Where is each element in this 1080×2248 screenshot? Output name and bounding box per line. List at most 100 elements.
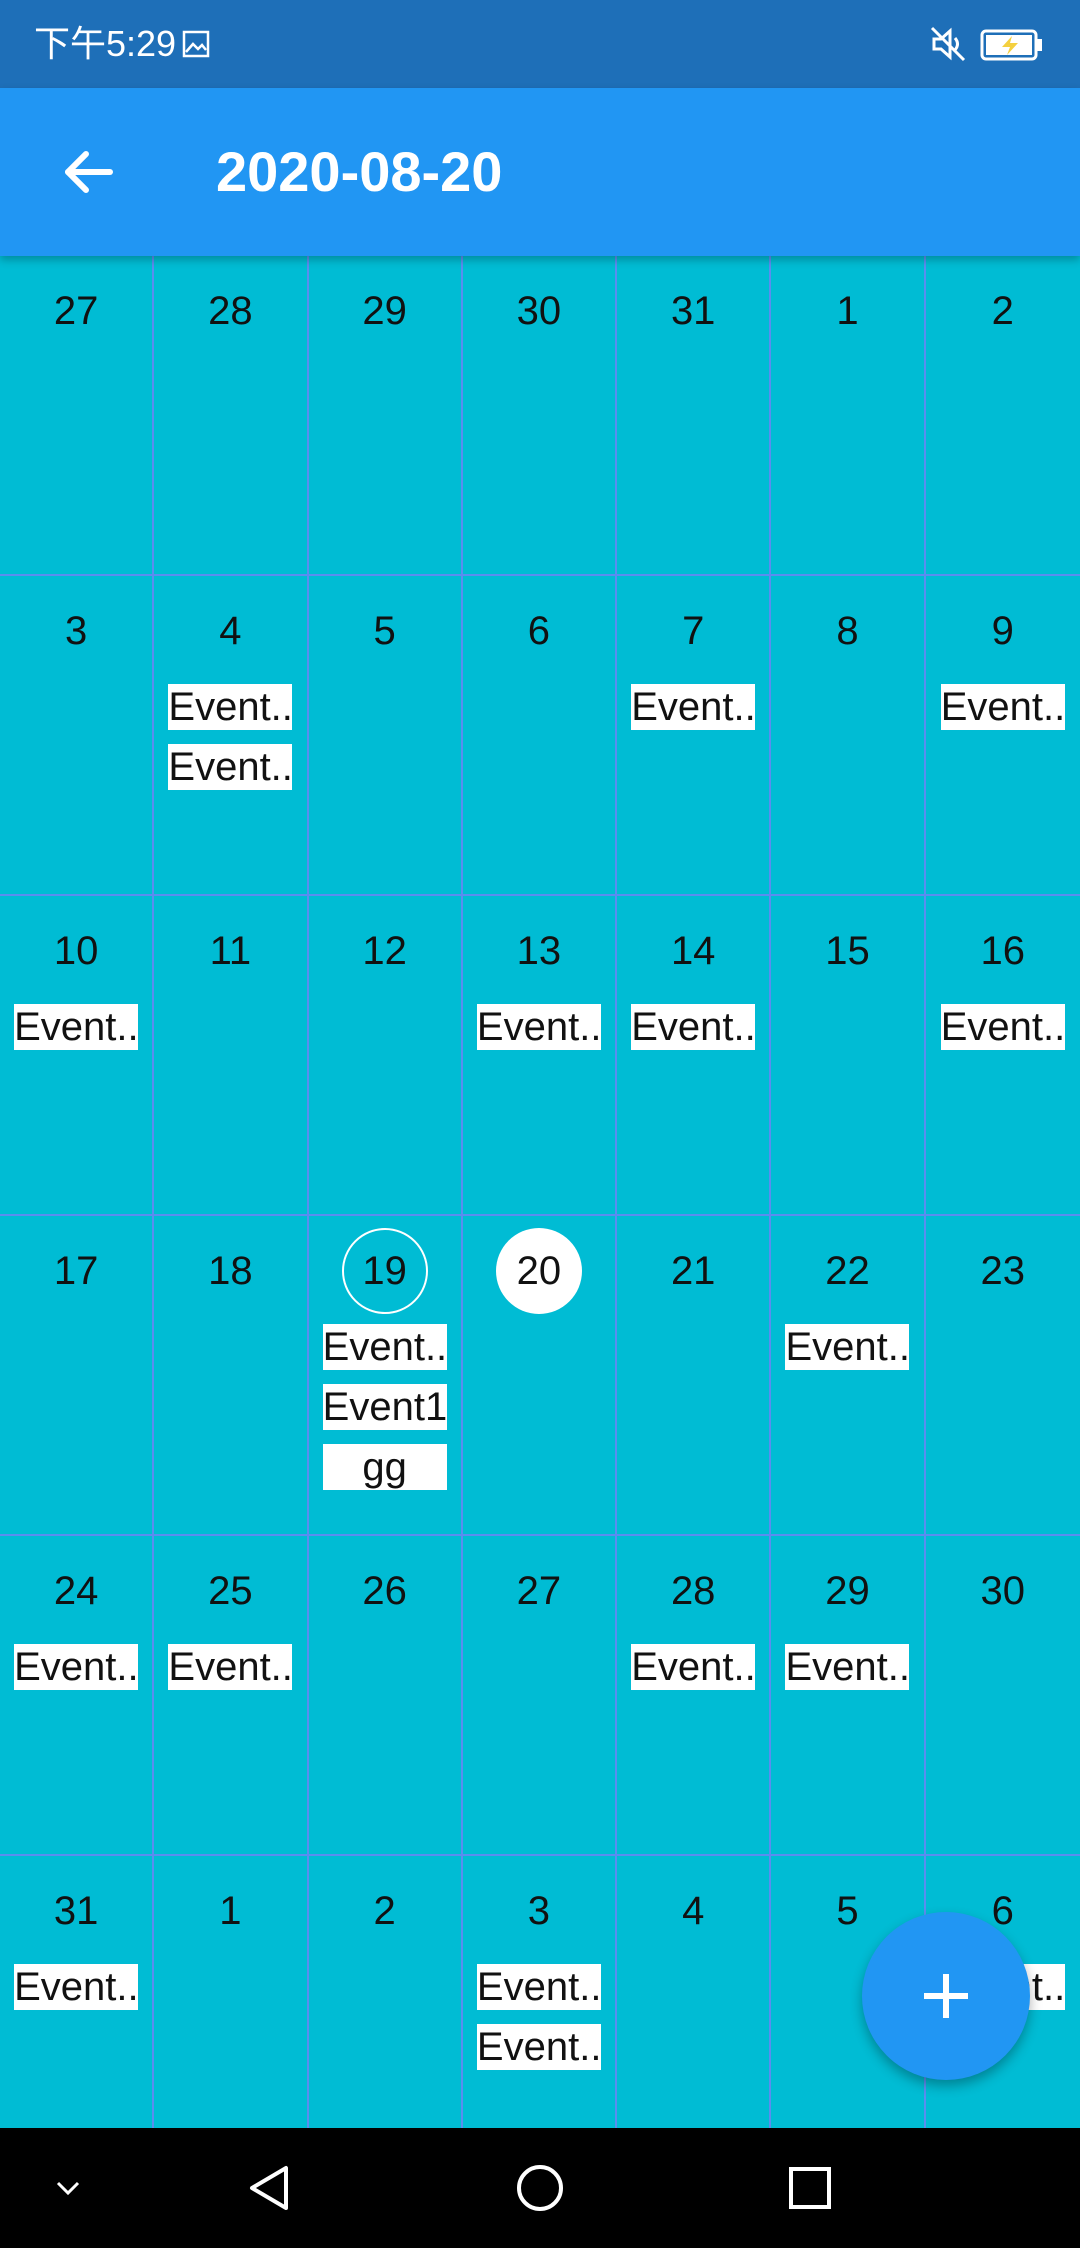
event-chip[interactable]: Event..	[322, 1324, 447, 1370]
day-cell[interactable]: 31	[617, 256, 772, 576]
day-cell[interactable]: 2	[925, 256, 1080, 576]
day-cell[interactable]: 16 Event..	[925, 896, 1080, 1216]
day-cell[interactable]: 10 Event..	[0, 896, 155, 1216]
day-cell[interactable]: 7 Event..	[617, 576, 772, 896]
day-cell[interactable]: 6	[462, 576, 618, 896]
day-cell[interactable]: 8	[771, 576, 926, 896]
week-row: 24 Event.. 25 Event.. 26 27 28 Event.. 29 Event..…	[0, 1536, 1080, 1856]
day-cell[interactable]: 28	[154, 256, 309, 576]
event-chip[interactable]: Event..	[476, 2024, 601, 2070]
event-list: Event..	[14, 1004, 139, 1050]
day-cell[interactable]: 3	[0, 576, 155, 896]
event-chip[interactable]: Event..	[631, 1004, 756, 1050]
day-cell[interactable]: 26	[308, 1536, 463, 1856]
day-cell[interactable]: 9 Event..	[925, 576, 1080, 896]
day-number: 1	[219, 1888, 242, 1933]
recents-square-icon	[789, 2167, 831, 2209]
day-cell[interactable]: 13 Event..	[462, 896, 618, 1216]
selected-day-number: 20	[495, 1228, 582, 1314]
day-number: 5	[836, 1888, 859, 1933]
day-cell[interactable]: 14 Event..	[617, 896, 772, 1216]
nav-recents-button[interactable]	[774, 2152, 846, 2224]
nav-home-button[interactable]	[504, 2152, 576, 2224]
event-chip[interactable]: Event..	[476, 1964, 601, 2010]
day-cell[interactable]: 1	[771, 256, 926, 576]
day-cell[interactable]: 3 Event.. Event..	[463, 1856, 618, 2128]
event-chip[interactable]: Event..	[168, 744, 293, 790]
day-cell[interactable]: 19 Event.. Event1 gg	[308, 1216, 463, 1536]
status-time: 下午5:29	[34, 23, 177, 64]
day-cell[interactable]: 5	[308, 576, 463, 896]
day-cell[interactable]: 11	[154, 896, 309, 1216]
event-list: Event..	[940, 684, 1065, 730]
arrow-left-icon	[65, 151, 113, 193]
day-cell[interactable]: 12	[308, 896, 463, 1216]
event-chip[interactable]: Event..	[940, 684, 1065, 730]
home-circle-icon	[517, 2165, 563, 2211]
day-cell[interactable]: 29 Event..	[771, 1536, 926, 1856]
day-cell[interactable]: 2	[309, 1856, 463, 2128]
event-chip[interactable]: Event..	[168, 1644, 293, 1690]
day-cell[interactable]: 23	[925, 1216, 1080, 1536]
event-chip[interactable]: Event..	[631, 1644, 756, 1690]
status-bar: 下午5:29	[0, 0, 1080, 88]
day-cell[interactable]: 4 Event.. Event..	[154, 576, 309, 896]
day-cell[interactable]: 30	[462, 256, 618, 576]
back-button[interactable]	[40, 124, 136, 220]
event-chip[interactable]: gg	[322, 1444, 447, 1490]
day-number: 29	[362, 288, 407, 333]
day-number: 4	[682, 1888, 705, 1933]
event-chip[interactable]: Event..	[785, 1324, 910, 1370]
day-number: 15	[825, 928, 870, 973]
day-number: 27	[53, 288, 99, 333]
day-cell[interactable]: 24 Event..	[0, 1536, 155, 1856]
event-chip[interactable]: Event..	[785, 1644, 910, 1690]
day-cell[interactable]: 27	[0, 256, 155, 576]
plus-icon	[924, 1974, 968, 2018]
app-bar: 2020-08-20	[0, 88, 1080, 256]
day-number: 6	[527, 608, 551, 653]
event-chip[interactable]: Event..	[14, 1004, 139, 1050]
day-cell[interactable]: 28 Event..	[617, 1536, 772, 1856]
day-cell[interactable]: 17	[0, 1216, 155, 1536]
event-chip[interactable]: Event..	[14, 1644, 139, 1690]
day-cell[interactable]: 1	[154, 1856, 309, 2128]
event-list: Event.. Event1 gg	[322, 1324, 447, 1490]
event-chip[interactable]: Event..	[631, 684, 756, 730]
event-chip[interactable]: Event..	[14, 1964, 139, 2010]
event-chip[interactable]: Event..	[476, 1004, 601, 1050]
day-number: 28	[670, 1568, 716, 1613]
day-cell[interactable]: 21	[617, 1216, 772, 1536]
day-number: 5	[373, 608, 396, 653]
nav-back-button[interactable]	[234, 2152, 306, 2224]
day-cell[interactable]: 25 Event..	[154, 1536, 309, 1856]
day-number: 30	[516, 288, 562, 333]
day-cell[interactable]: 20	[462, 1216, 618, 1536]
day-number: 9	[991, 608, 1014, 653]
day-cell[interactable]: 27	[462, 1536, 618, 1856]
week-row: 10 Event.. 11 12 13 Event.. 14 Event.. 15 16 Event…	[0, 896, 1080, 1216]
day-number: 22	[825, 1248, 870, 1293]
day-cell[interactable]: 30	[925, 1536, 1080, 1856]
event-list: Event.. Event..	[168, 684, 293, 790]
day-number: 10	[53, 928, 99, 973]
day-cell[interactable]: 15	[771, 896, 926, 1216]
day-cell[interactable]: 31 Event..	[0, 1856, 155, 2128]
event-list: Event..	[785, 1644, 910, 1690]
day-cell[interactable]: 18	[154, 1216, 309, 1536]
day-cell[interactable]: 22 Event..	[771, 1216, 926, 1536]
event-chip[interactable]: Event..	[940, 1004, 1065, 1050]
day-cell[interactable]: 29	[308, 256, 463, 576]
day-number: 8	[836, 608, 859, 653]
day-number: 24	[53, 1568, 99, 1613]
day-number: 13	[516, 928, 562, 973]
day-cell[interactable]: 4	[617, 1856, 772, 2128]
event-list: Event..	[785, 1324, 910, 1370]
event-chip[interactable]: Event1	[322, 1384, 447, 1430]
day-number: 11	[209, 928, 252, 973]
event-chip[interactable]: Event..	[168, 684, 293, 730]
week-row: 27 28 29 30 31 1 2	[0, 256, 1080, 576]
day-number: 29	[825, 1568, 870, 1613]
nav-hide-button[interactable]	[32, 2152, 104, 2224]
add-event-fab[interactable]	[862, 1912, 1030, 2080]
